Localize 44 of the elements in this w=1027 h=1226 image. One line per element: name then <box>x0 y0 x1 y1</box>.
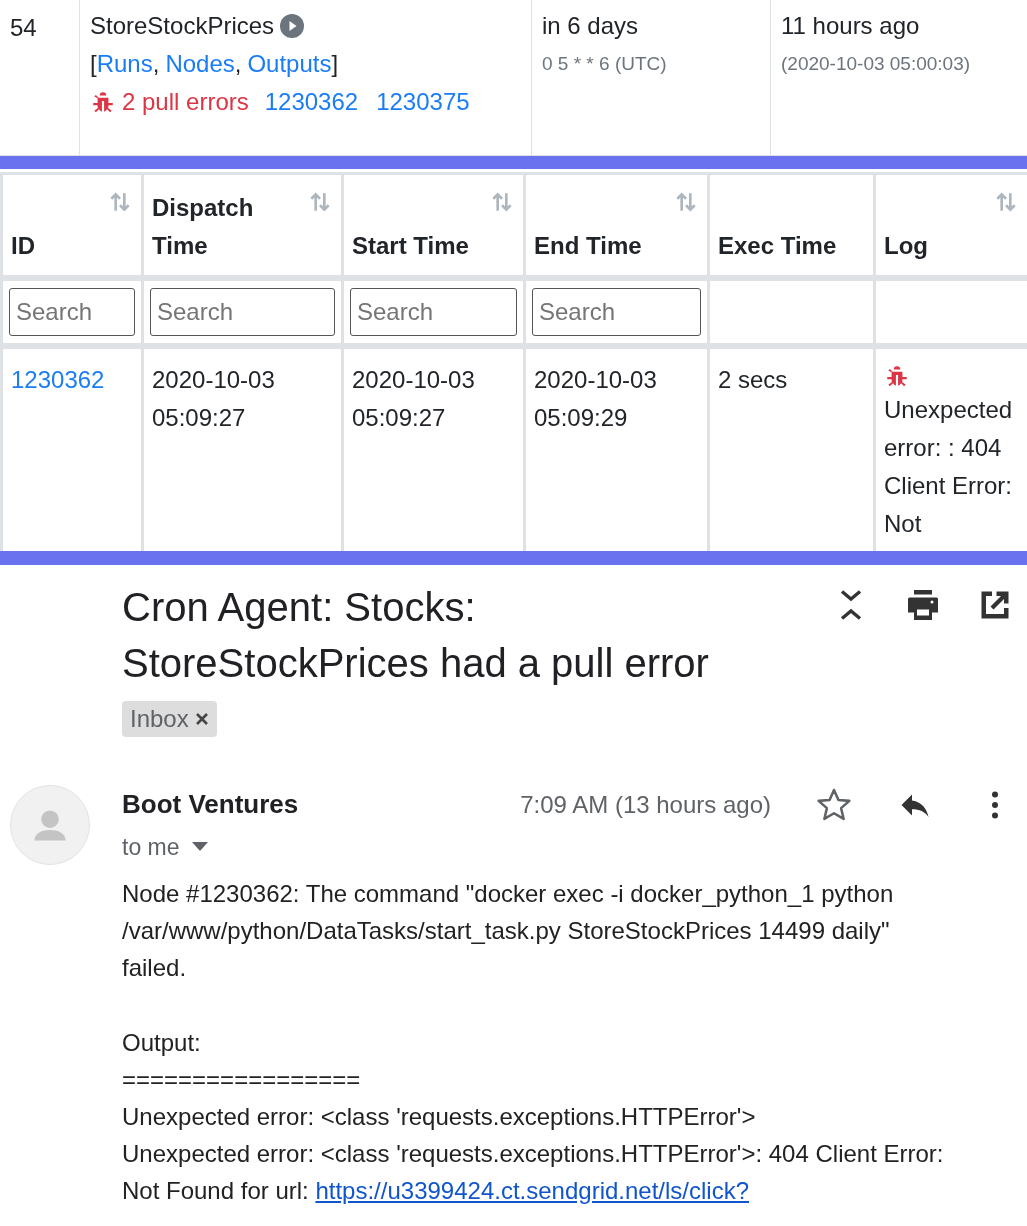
email-time: 7:09 AM (13 hours ago) <box>520 789 771 820</box>
play-icon[interactable] <box>280 14 305 38</box>
search-field[interactable]: Search <box>532 288 701 336</box>
next-run: in 6 days <box>542 11 640 41</box>
bug-icon <box>90 89 116 115</box>
email-paragraph: Unexpected error: <class 'requests.exceptions.HTTPError'>: 404 Client Error: Not Found for url: https://u3399424.ct.sendgrid.net/ls/click? <box>122 1138 945 1206</box>
search-field[interactable]: Search <box>9 288 135 336</box>
recipient: to me <box>122 833 180 862</box>
node-link[interactable]: 1230375 <box>376 86 470 118</box>
separator: , <box>152 49 160 79</box>
table-cell-text: 2020-10-03 05:09:29 <box>534 365 658 433</box>
job-link[interactable]: Nodes <box>165 48 235 80</box>
job-link[interactable]: Outputs <box>247 48 332 80</box>
search-field[interactable]: Search <box>150 288 335 336</box>
log-text: Unexpected error: : 404 Client Error: Not <box>884 395 1014 539</box>
run-id-link[interactable]: 1230362 <box>11 366 105 393</box>
last-run-time: (2020-10-03 05:00:03) <box>781 52 972 76</box>
table-cell-text: 2020-10-03 05:09:27 <box>352 365 476 433</box>
bracket: ] <box>331 49 339 79</box>
table-cell-text: 2020-10-03 05:09:27 <box>152 365 276 433</box>
caret-icon[interactable] <box>191 842 208 853</box>
label-chip[interactable]: Inbox <box>122 701 217 737</box>
last-run: 11 hours ago <box>781 11 921 41</box>
separator: , <box>234 49 242 79</box>
sender-name: Boot Ventures <box>122 788 299 821</box>
job-link[interactable]: Runs <box>96 48 153 80</box>
column-header[interactable]: Log <box>884 227 928 265</box>
email-paragraph: Node #1230362: The command "docker exec -i docker_python_1 python /var/www/python/DataTasks/start_task.py StoreStockPrices 14499 daily" failed. <box>122 878 895 983</box>
node-link[interactable]: 1230362 <box>264 86 359 118</box>
column-header[interactable]: ID <box>11 227 35 265</box>
table-cell-text: 2 secs <box>718 365 789 395</box>
email-paragraph: Unexpected error: <class 'requests.exceptions.HTTPError'> <box>122 1101 757 1132</box>
cron-schedule: 0 5 * * 6 (UTC) <box>542 52 668 76</box>
search-field[interactable]: Search <box>350 288 517 336</box>
email-paragraph: ================= <box>122 1064 362 1095</box>
print-icon[interactable] <box>905 587 941 623</box>
url-link[interactable]: https://u3399424.ct.sendgrid.net/ls/click? <box>315 1176 749 1204</box>
job-name: StoreStockPrices <box>90 11 275 41</box>
email-subject: Cron Agent: Stocks: StoreStockPrices had a pull error <box>122 584 710 687</box>
error-count: 2 pull errors <box>122 87 249 117</box>
email-paragraph: Output: <box>122 1027 202 1058</box>
row-number: 54 <box>10 14 37 41</box>
close-icon[interactable] <box>194 712 209 726</box>
bracket: [ <box>90 49 97 79</box>
